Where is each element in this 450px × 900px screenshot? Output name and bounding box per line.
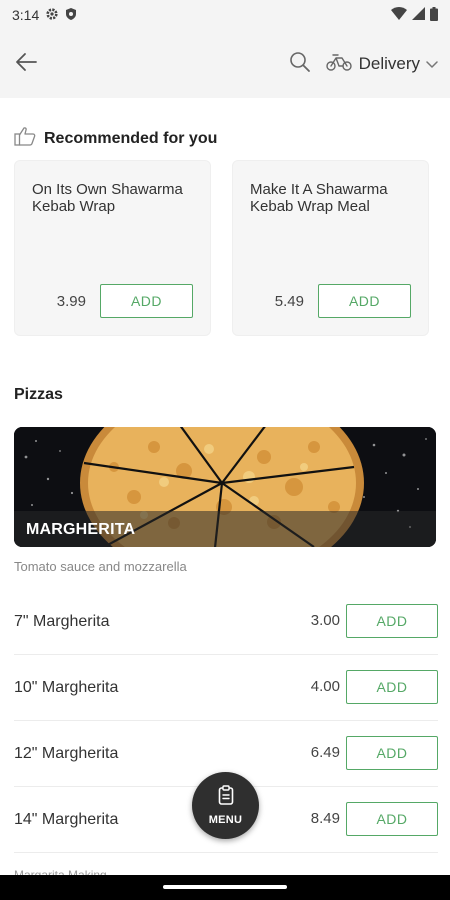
signal-icon xyxy=(412,7,425,23)
menu-item-price: 8.49 xyxy=(310,810,340,827)
system-nav-bar xyxy=(0,875,450,900)
header-actions: Delivery xyxy=(289,51,438,78)
recommended-card[interactable]: Make It A Shawarma Kebab Wrap Meal 5.49 … xyxy=(232,160,429,336)
recommended-heading: Recommended for you xyxy=(14,126,217,151)
add-button[interactable]: ADD xyxy=(346,802,438,836)
status-time: 3:14 xyxy=(12,7,40,23)
delivery-label: Delivery xyxy=(358,54,420,73)
chevron-down-icon xyxy=(426,54,438,74)
category-banner: MARGHERITA xyxy=(14,427,436,547)
app-header: Delivery xyxy=(0,30,450,98)
thumbs-up-icon xyxy=(14,126,36,151)
add-button[interactable]: ADD xyxy=(100,284,193,318)
back-button[interactable] xyxy=(12,50,40,78)
add-button[interactable]: ADD xyxy=(346,604,438,638)
category-description: Tomato sauce and mozzarella xyxy=(14,559,187,574)
scooter-icon xyxy=(325,52,353,77)
recommended-item-name: On Its Own Shawarma Kebab Wrap xyxy=(32,181,183,215)
arrow-left-icon xyxy=(14,52,38,77)
menu-item-name: 14" Margherita xyxy=(14,811,119,828)
menu-item-row[interactable]: 7" Margherita 3.00 ADD xyxy=(14,589,438,655)
delivery-selector[interactable]: Delivery xyxy=(325,52,438,77)
menu-fab-button[interactable]: MENU xyxy=(192,772,259,839)
status-right xyxy=(391,6,438,24)
search-button[interactable] xyxy=(289,51,311,78)
menu-item-name: 10" Margherita xyxy=(14,679,119,696)
menu-clipboard-icon xyxy=(218,785,234,810)
add-button[interactable]: ADD xyxy=(318,284,411,318)
recommended-item-price: 3.99 xyxy=(56,293,86,310)
status-left: 3:14 xyxy=(12,7,77,24)
banner-title: MARGHERITA xyxy=(26,521,136,538)
shield-icon xyxy=(65,7,77,24)
home-gesture-handle[interactable] xyxy=(163,885,287,889)
recommended-item-name: Make It A Shawarma Kebab Wrap Meal xyxy=(250,181,388,215)
wifi-icon xyxy=(391,7,407,23)
menu-item-name: 7" Margherita xyxy=(14,613,110,630)
recommended-item-price: 5.49 xyxy=(274,293,304,310)
gear-icon xyxy=(45,7,59,24)
add-button[interactable]: ADD xyxy=(346,670,438,704)
menu-item-price: 3.00 xyxy=(310,612,340,629)
status-bar: 3:14 xyxy=(0,0,450,30)
menu-item-price: 4.00 xyxy=(310,678,340,695)
menu-item-name: 12" Margherita xyxy=(14,745,119,762)
menu-item-row[interactable]: 10" Margherita 4.00 ADD xyxy=(14,655,438,721)
menu-fab-label: MENU xyxy=(208,814,243,826)
menu-item-price: 6.49 xyxy=(310,744,340,761)
category-title: Pizzas xyxy=(14,386,63,403)
battery-icon xyxy=(430,6,438,24)
add-button[interactable]: ADD xyxy=(346,736,438,770)
recommended-card[interactable]: On Its Own Shawarma Kebab Wrap 3.99 ADD xyxy=(14,160,211,336)
search-icon xyxy=(289,51,311,78)
recommended-title: Recommended for you xyxy=(44,129,218,147)
